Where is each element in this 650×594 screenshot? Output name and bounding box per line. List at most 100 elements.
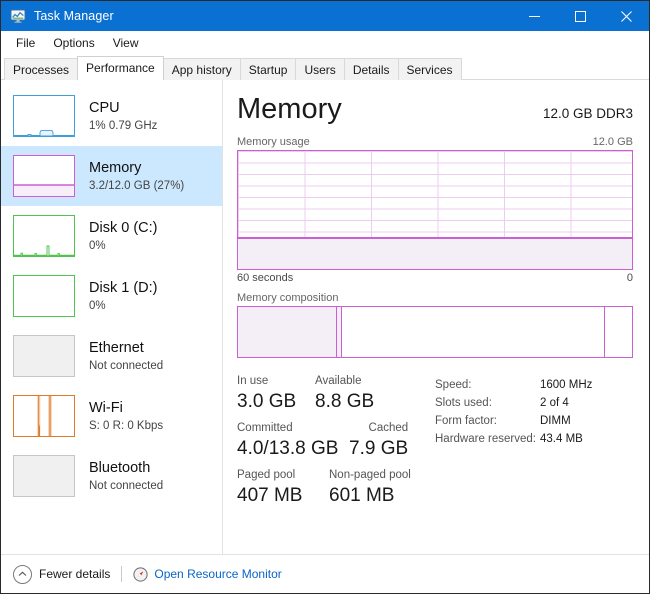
sidebar-item-ethernet[interactable]: Ethernet Not connected bbox=[1, 326, 222, 386]
memory-usage-fill bbox=[238, 237, 632, 269]
fewer-details-label: Fewer details bbox=[39, 567, 110, 581]
tab-app-history[interactable]: App history bbox=[163, 58, 241, 80]
fewer-details-button[interactable]: Fewer details bbox=[13, 565, 110, 584]
stat-paged-pool-value: 407 MB bbox=[237, 483, 329, 508]
sidebar-item-cpu-sub: 1% 0.79 GHz bbox=[89, 118, 157, 134]
page-title: Memory bbox=[237, 92, 342, 126]
footer-bar: Fewer details Open Resource Monitor bbox=[1, 554, 649, 593]
memory-stats-right: Speed: 1600 MHz Slots used: 2 of 4 Form … bbox=[429, 374, 633, 515]
footer-divider bbox=[121, 566, 122, 582]
composition-segment-free bbox=[605, 307, 632, 357]
memory-stats-left: In use 3.0 GB Available 8.8 GB Committed… bbox=[237, 374, 429, 515]
window-controls bbox=[511, 1, 649, 31]
info-key-hardware-reserved: Hardware reserved: bbox=[435, 430, 540, 448]
sidebar-item-cpu[interactable]: CPU 1% 0.79 GHz bbox=[1, 86, 222, 146]
stat-cached-value: 7.9 GB bbox=[349, 436, 408, 461]
sidebar-item-wifi-text: Wi-Fi S: 0 R: 0 Kbps bbox=[89, 399, 163, 434]
ethernet-thumbnail-graph bbox=[13, 335, 75, 377]
sidebar-item-disk0-sub: 0% bbox=[89, 238, 157, 254]
sidebar-item-disk1[interactable]: Disk 1 (D:) 0% bbox=[1, 266, 222, 326]
composition-segment-standby bbox=[342, 307, 603, 357]
tab-strip: Processes Performance App history Startu… bbox=[1, 55, 649, 80]
stat-cached-label: Cached bbox=[349, 421, 408, 436]
sidebar-item-wifi-title: Wi-Fi bbox=[89, 399, 163, 417]
menu-bar: File Options View bbox=[1, 31, 649, 55]
stat-available-value: 8.8 GB bbox=[315, 389, 374, 414]
sidebar-item-disk0-text: Disk 0 (C:) 0% bbox=[89, 219, 157, 254]
stat-row-2: Committed 4.0/13.8 GB Cached 7.9 GB bbox=[237, 421, 429, 461]
content-area: CPU 1% 0.79 GHz Memory 3.2/12.0 GB (27%) bbox=[1, 80, 649, 554]
sidebar-item-ethernet-text: Ethernet Not connected bbox=[89, 339, 163, 374]
composition-title: Memory composition bbox=[237, 292, 338, 304]
sidebar-item-memory[interactable]: Memory 3.2/12.0 GB (27%) bbox=[1, 146, 222, 206]
panel-header: Memory 12.0 GB DDR3 bbox=[237, 92, 633, 126]
sidebar-item-ethernet-title: Ethernet bbox=[89, 339, 163, 357]
maximize-button[interactable] bbox=[557, 1, 603, 31]
menu-item-options[interactable]: Options bbox=[45, 34, 102, 52]
info-value-speed: 1600 MHz bbox=[540, 376, 592, 394]
info-row-hardware-reserved: Hardware reserved: 43.4 MB bbox=[435, 430, 633, 448]
stat-committed-label: Committed bbox=[237, 421, 349, 436]
resource-monitor-icon bbox=[133, 567, 148, 582]
usage-chart-labels: Memory usage 12.0 GB bbox=[237, 136, 633, 148]
menu-item-view[interactable]: View bbox=[105, 34, 147, 52]
sidebar-item-disk0-title: Disk 0 (C:) bbox=[89, 219, 157, 237]
stat-committed: Committed 4.0/13.8 GB bbox=[237, 421, 349, 461]
memory-composition-bar[interactable] bbox=[237, 306, 633, 358]
sidebar-item-bluetooth-sub: Not connected bbox=[89, 478, 163, 494]
menu-item-file[interactable]: File bbox=[8, 34, 43, 52]
stat-non-paged-pool-value: 601 MB bbox=[329, 483, 411, 508]
stat-non-paged-pool-label: Non-paged pool bbox=[329, 468, 411, 483]
open-resource-monitor-label: Open Resource Monitor bbox=[154, 567, 281, 581]
stat-in-use-label: In use bbox=[237, 374, 315, 389]
sidebar-item-bluetooth-title: Bluetooth bbox=[89, 459, 163, 477]
sidebar-item-cpu-title: CPU bbox=[89, 99, 157, 117]
composition-segment-in-use bbox=[238, 307, 336, 357]
task-manager-icon bbox=[10, 8, 26, 24]
sidebar-item-disk1-sub: 0% bbox=[89, 298, 157, 314]
memory-usage-graph[interactable] bbox=[237, 150, 633, 270]
info-row-speed: Speed: 1600 MHz bbox=[435, 376, 633, 394]
memory-thumbnail-graph bbox=[13, 155, 75, 197]
info-row-slots-used: Slots used: 2 of 4 bbox=[435, 394, 633, 412]
close-button[interactable] bbox=[603, 1, 649, 31]
title-bar: Task Manager bbox=[1, 1, 649, 31]
tab-users[interactable]: Users bbox=[295, 58, 344, 80]
minimize-button[interactable] bbox=[511, 1, 557, 31]
stat-in-use-value: 3.0 GB bbox=[237, 389, 315, 414]
tab-performance[interactable]: Performance bbox=[77, 56, 164, 80]
tab-processes[interactable]: Processes bbox=[4, 58, 78, 80]
info-key-slots-used: Slots used: bbox=[435, 394, 540, 412]
stat-row-3: Paged pool 407 MB Non-paged pool 601 MB bbox=[237, 468, 429, 508]
info-value-form-factor: DIMM bbox=[540, 412, 571, 430]
axis-label-right: 0 bbox=[627, 272, 633, 284]
stat-cached: Cached 7.9 GB bbox=[349, 421, 408, 461]
composition-labels: Memory composition bbox=[237, 292, 633, 304]
stat-paged-pool-label: Paged pool bbox=[237, 468, 329, 483]
memory-stats: In use 3.0 GB Available 8.8 GB Committed… bbox=[237, 374, 633, 515]
tab-startup[interactable]: Startup bbox=[240, 58, 297, 80]
tab-services[interactable]: Services bbox=[398, 58, 462, 80]
sidebar-item-wifi[interactable]: Wi-Fi S: 0 R: 0 Kbps bbox=[1, 386, 222, 446]
info-value-slots-used: 2 of 4 bbox=[540, 394, 569, 412]
open-resource-monitor-link[interactable]: Open Resource Monitor bbox=[133, 567, 281, 582]
stat-paged-pool: Paged pool 407 MB bbox=[237, 468, 329, 508]
stat-row-1: In use 3.0 GB Available 8.8 GB bbox=[237, 374, 429, 414]
usage-chart-axis: 60 seconds 0 bbox=[237, 272, 633, 284]
axis-label-left: 60 seconds bbox=[237, 272, 293, 284]
stat-committed-value: 4.0/13.8 GB bbox=[237, 436, 349, 461]
usage-chart-max: 12.0 GB bbox=[593, 136, 633, 148]
tab-details[interactable]: Details bbox=[344, 58, 399, 80]
usage-chart-title: Memory usage bbox=[237, 136, 310, 148]
sidebar-item-bluetooth[interactable]: Bluetooth Not connected bbox=[1, 446, 222, 506]
sidebar-item-disk0[interactable]: Disk 0 (C:) 0% bbox=[1, 206, 222, 266]
info-key-speed: Speed: bbox=[435, 376, 540, 394]
sidebar-item-memory-sub: 3.2/12.0 GB (27%) bbox=[89, 178, 184, 194]
info-value-hardware-reserved: 43.4 MB bbox=[540, 430, 583, 448]
info-key-form-factor: Form factor: bbox=[435, 412, 540, 430]
stat-non-paged-pool: Non-paged pool 601 MB bbox=[329, 468, 411, 508]
window-title: Task Manager bbox=[34, 9, 511, 23]
memory-detail-panel: Memory 12.0 GB DDR3 Memory usage 12.0 GB… bbox=[223, 80, 649, 554]
stat-in-use: In use 3.0 GB bbox=[237, 374, 315, 414]
info-row-form-factor: Form factor: DIMM bbox=[435, 412, 633, 430]
